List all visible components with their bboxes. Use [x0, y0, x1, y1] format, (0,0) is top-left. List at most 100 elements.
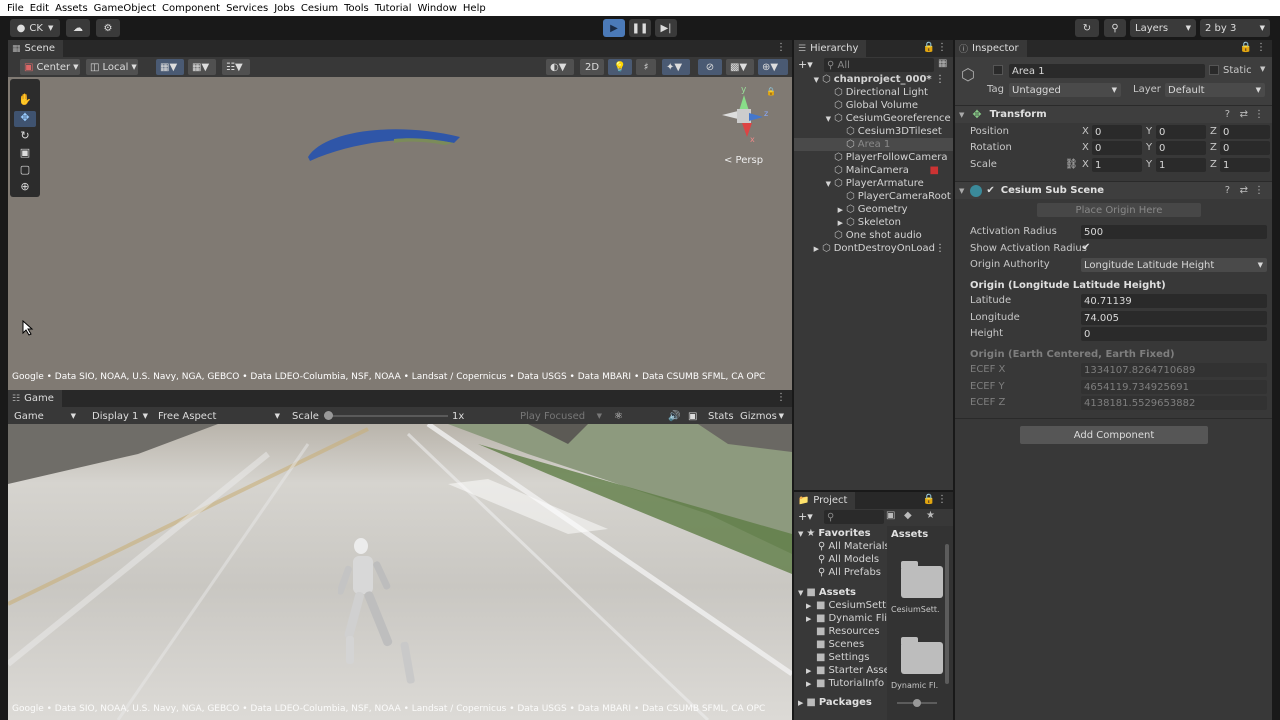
lock-icon[interactable]: 🔒 [923, 494, 935, 505]
layout-dropdown[interactable]: 2 by 3 ▼ [1200, 19, 1270, 37]
transform-tool-icon[interactable]: ⊕ [14, 180, 36, 196]
scale-tool-icon[interactable]: ▣ [14, 146, 36, 162]
kebab-icon[interactable]: ⋮ [1254, 109, 1264, 120]
asset-folder-item[interactable]: ■ Settings [806, 651, 869, 664]
component-enabled-checkbox[interactable]: ✔ [986, 185, 994, 196]
menu-item-component[interactable]: Component [159, 3, 223, 14]
visibility-icon[interactable]: ⊘ [698, 59, 722, 75]
pause-button[interactable]: ❚❚ [629, 19, 651, 37]
asset-folder-item[interactable]: ▶ ■ Dynamic Fli [806, 612, 887, 625]
hierarchy-item[interactable]: ▼ ⬡ PlayerArmature [794, 177, 953, 190]
account-dropdown[interactable]: ● CK ▼ [10, 19, 60, 37]
kebab-icon[interactable]: ⋮ [935, 74, 945, 85]
menu-item-window[interactable]: Window [414, 3, 459, 14]
layer-dropdown[interactable]: Default ▼ [1165, 83, 1265, 97]
menu-item-cesium[interactable]: Cesium [298, 3, 341, 14]
space-dropdown[interactable]: ◫ Local ▼ [86, 59, 138, 75]
assets-header[interactable]: ▼ ■ Assets [798, 586, 856, 599]
kebab-icon[interactable]: ⋮ [776, 392, 786, 403]
asset-item[interactable]: Dynamic Fl. [891, 681, 938, 690]
place-origin-button[interactable]: Place Origin Here [1037, 203, 1201, 217]
kebab-icon[interactable]: ⋮ [1254, 185, 1264, 196]
tab-hierarchy[interactable]: ☰ Hierarchy [794, 40, 867, 57]
lock-icon[interactable]: 🔒 [766, 87, 776, 96]
kebab-icon[interactable]: ⋮ [935, 243, 945, 254]
menu-item-tutorial[interactable]: Tutorial [372, 3, 415, 14]
play-mode-dropdown[interactable]: Play Focused ▼ [516, 408, 606, 424]
hierarchy-item[interactable]: ▶ ⬡ Geometry [794, 203, 953, 216]
hierarchy-item[interactable]: ⬡ Directional Light [794, 86, 953, 99]
camera-icon[interactable]: ▩▼ [726, 59, 754, 75]
mode-2d-button[interactable]: 2D [580, 59, 604, 75]
help-icon[interactable]: ? [1225, 109, 1230, 120]
step-button[interactable]: ▶| [655, 19, 677, 37]
favorite-item[interactable]: ⚲ All Prefabs [818, 566, 881, 579]
hierarchy-item[interactable]: ⬡ MainCamera ■ [794, 164, 953, 177]
rotation-x-input[interactable]: 0 [1092, 141, 1142, 155]
longitude-input[interactable]: 74.005 [1081, 311, 1267, 325]
cesium-subscene-header[interactable]: ▼ ✔ Cesium Sub Scene ? ⇄ ⋮ [955, 181, 1272, 199]
search-icon[interactable]: ⚲ [1104, 19, 1126, 37]
bug-icon[interactable]: ⚛ [610, 408, 626, 424]
asset-folder-item[interactable]: ▶ ■ TutorialInfo [806, 677, 884, 690]
static-checkbox[interactable] [1209, 65, 1219, 75]
effects-icon[interactable]: ✦▼ [662, 59, 690, 75]
folder-icon[interactable] [901, 561, 943, 598]
asset-item[interactable]: CesiumSett. [891, 605, 940, 614]
orientation-gizmo[interactable]: y z x [720, 85, 770, 145]
gizmos-icon[interactable]: ⊕▼ [758, 59, 788, 75]
gear-icon[interactable]: ⚙ [96, 19, 120, 37]
ruler-icon[interactable]: ☷▼ [222, 59, 250, 75]
favorites-header[interactable]: ▼ ★ Favorites [798, 527, 871, 540]
add-icon[interactable]: +▾ [798, 510, 813, 523]
favorite-item[interactable]: ⚲ All Materials [818, 540, 890, 553]
object-name-input[interactable]: Area 1 [1009, 64, 1205, 78]
chevron-down-icon[interactable]: ▼ [1260, 65, 1265, 73]
hierarchy-item[interactable]: ▼ ⬡ CesiumGeoreference [794, 112, 953, 125]
tab-game[interactable]: ☷ Game [8, 390, 62, 407]
filter-type-icon[interactable]: ▣ [886, 510, 895, 521]
height-input[interactable]: 0 [1081, 327, 1267, 341]
stats-button[interactable]: Stats [704, 408, 734, 424]
position-y-input[interactable]: 0 [1156, 125, 1206, 139]
tab-inspector[interactable]: ⓘ Inspector [955, 40, 1027, 57]
play-button[interactable]: ▶ [603, 19, 625, 37]
latitude-input[interactable]: 40.71139 [1081, 294, 1267, 308]
grid-snap-icon[interactable]: ▦▼ [156, 59, 184, 75]
move-tool-icon[interactable]: ✥ [14, 111, 36, 127]
rotate-tool-icon[interactable]: ↻ [14, 129, 36, 145]
display-dropdown[interactable]: Display 1 ▼ [88, 408, 152, 424]
scale-slider[interactable] [324, 411, 448, 420]
cloud-icon[interactable]: ☁ [66, 19, 90, 37]
menu-item-tools[interactable]: Tools [341, 3, 372, 14]
tab-project[interactable]: 📁 Project [794, 492, 856, 509]
history-icon[interactable]: ↻ [1075, 19, 1099, 37]
zoom-slider[interactable] [897, 699, 937, 707]
menu-item-help[interactable]: Help [460, 3, 489, 14]
hierarchy-search-input[interactable]: ⚲ All [824, 58, 934, 72]
mute-audio-icon[interactable]: 🔊 [664, 408, 680, 424]
frame-icon[interactable]: ▣ [684, 408, 702, 424]
menu-item-assets[interactable]: Assets [52, 3, 91, 14]
filter-icon[interactable]: ▦ [938, 58, 947, 69]
kebab-icon[interactable]: ⋮ [1256, 42, 1266, 53]
scene-viewport[interactable]: ✋ ✥ ↻ ▣ ▢ ⊕ y z x 🔒 < Persp Google • Dat… [8, 77, 792, 390]
hierarchy-item[interactable]: ▶ ⬡ DontDestroyOnLoad ⋮ [794, 242, 953, 255]
lock-icon[interactable]: 🔒 [923, 42, 935, 53]
snap-increment-icon[interactable]: ▦▼ [188, 59, 216, 75]
activation-radius-input[interactable]: 500 [1081, 225, 1267, 239]
view-dropdown[interactable]: Game ▼ [10, 408, 80, 424]
asset-folder-item[interactable]: ▶ ■ Starter Assets [806, 664, 899, 677]
hierarchy-item[interactable]: ⬡ Area 1 [794, 138, 953, 151]
hand-tool-icon[interactable]: ✋ [14, 93, 36, 109]
scale-z-input[interactable]: 1 [1220, 158, 1270, 172]
position-x-input[interactable]: 0 [1092, 125, 1142, 139]
kebab-icon[interactable]: ⋮ [937, 42, 947, 53]
folder-icon[interactable] [901, 637, 943, 674]
menu-item-jobs[interactable]: Jobs [271, 3, 298, 14]
add-component-button[interactable]: Add Component [1020, 426, 1208, 444]
transform-header[interactable]: ▼ ✥ Transform ? ⇄ ⋮ [955, 105, 1272, 123]
help-icon[interactable]: ? [1225, 185, 1230, 196]
hierarchy-item[interactable]: ⬡ PlayerCameraRoot [794, 190, 953, 203]
preset-icon[interactable]: ⇄ [1240, 109, 1248, 120]
